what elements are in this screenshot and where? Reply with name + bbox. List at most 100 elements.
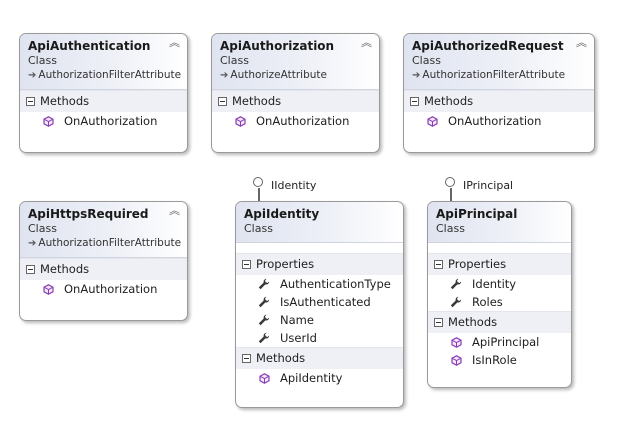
property-wrench-icon: [448, 278, 464, 290]
class-header[interactable]: ApiIdentity Class: [236, 202, 403, 243]
base-class: ➔ AuthorizationFilterAttribute: [28, 236, 182, 251]
method-cube-icon: [40, 283, 56, 295]
member-item[interactable]: OnAuthorization: [212, 112, 379, 130]
class-header[interactable]: ApiHttpsRequired Class ➔ AuthorizationFil…: [20, 202, 187, 258]
minus-box-icon[interactable]: [26, 265, 35, 274]
class-name: ApiAuthorizedRequest: [412, 39, 564, 53]
interface-lollipop-icon: [253, 177, 263, 187]
class-name: ApiAuthorization: [220, 39, 335, 53]
section-label: Methods: [448, 315, 498, 329]
property-wrench-icon: [256, 332, 272, 344]
base-class-label: AuthorizationFilterAttribute: [38, 69, 182, 81]
class-name: ApiIdentity: [244, 207, 320, 221]
class-card-api-principal[interactable]: ApiPrincipal Class Properties Identity R…: [427, 201, 572, 388]
member-label: ApiIdentity: [280, 371, 343, 385]
class-header[interactable]: ApiAuthorization Class ➔ AuthorizeAttribu…: [212, 34, 379, 90]
member-item[interactable]: IsAuthenticated: [236, 293, 403, 311]
section-label: Methods: [256, 351, 306, 365]
member-label: IsAuthenticated: [280, 295, 371, 309]
class-header[interactable]: ApiAuthentication Class ➔ AuthorizationFi…: [20, 34, 187, 90]
section-header-methods[interactable]: Methods: [20, 258, 187, 280]
method-cube-icon: [448, 354, 464, 366]
member-label: UserId: [280, 331, 317, 345]
section-header-methods[interactable]: Methods: [404, 90, 594, 112]
section-label: Properties: [448, 257, 507, 271]
section-header-methods[interactable]: Methods: [212, 90, 379, 112]
interface-label: IIdentity: [271, 179, 317, 192]
section-label: Methods: [424, 94, 474, 108]
member-label: Name: [280, 313, 314, 327]
arrow-right-icon: ➔: [28, 238, 37, 249]
double-chevron-up-icon[interactable]: ︽: [361, 37, 372, 49]
property-wrench-icon: [256, 296, 272, 308]
class-kind: Class: [220, 54, 249, 67]
section-label: Methods: [40, 262, 90, 276]
member-item[interactable]: Name: [236, 311, 403, 329]
class-name: ApiAuthentication: [28, 39, 151, 53]
section-label: Methods: [232, 94, 282, 108]
arrow-right-icon: ➔: [412, 70, 421, 81]
class-kind: Class: [28, 54, 57, 67]
minus-box-icon[interactable]: [434, 318, 443, 327]
property-wrench-icon: [448, 296, 464, 308]
class-name: ApiPrincipal: [436, 207, 518, 221]
minus-box-icon[interactable]: [410, 97, 419, 106]
section-header-properties[interactable]: Properties: [428, 253, 571, 275]
base-class: ➔ AuthorizationFilterAttribute: [412, 68, 586, 83]
member-item[interactable]: ApiPrincipal: [428, 333, 571, 351]
double-chevron-up-icon[interactable]: ︽: [169, 37, 180, 49]
method-cube-icon: [424, 115, 440, 127]
interface-label: IPrincipal: [463, 179, 514, 192]
method-cube-icon: [448, 336, 464, 348]
section-label: Properties: [256, 257, 315, 271]
member-item[interactable]: Roles: [428, 293, 571, 311]
class-card-api-authorized-request[interactable]: ApiAuthorizedRequest Class ➔ Authorizatio…: [403, 33, 595, 153]
base-class-label: AuthorizeAttribute: [230, 69, 327, 81]
method-cube-icon: [40, 115, 56, 127]
property-wrench-icon: [256, 314, 272, 326]
class-card-api-https-required[interactable]: ApiHttpsRequired Class ➔ AuthorizationFil…: [19, 201, 188, 321]
method-cube-icon: [256, 372, 272, 384]
section-label: Methods: [40, 94, 90, 108]
base-class: ➔ AuthorizeAttribute: [220, 68, 371, 83]
base-class-label: AuthorizationFilterAttribute: [38, 237, 182, 249]
class-kind: Class: [244, 222, 273, 235]
class-card-api-authentication[interactable]: ApiAuthentication Class ➔ AuthorizationFi…: [19, 33, 188, 153]
member-label: OnAuthorization: [256, 114, 350, 128]
double-chevron-up-icon[interactable]: ︽: [576, 37, 587, 49]
section-header-methods[interactable]: Methods: [428, 311, 571, 333]
member-item[interactable]: AuthenticationType: [236, 275, 403, 293]
member-item[interactable]: UserId: [236, 329, 403, 347]
minus-box-icon[interactable]: [434, 260, 443, 269]
class-name: ApiHttpsRequired: [28, 207, 149, 221]
interface-lollipop-icon: [445, 177, 455, 187]
class-kind: Class: [412, 54, 441, 67]
class-header[interactable]: ApiAuthorizedRequest Class ➔ Authorizatio…: [404, 34, 594, 90]
member-label: AuthenticationType: [280, 277, 391, 291]
section-header-methods[interactable]: Methods: [236, 347, 403, 369]
member-item[interactable]: Identity: [428, 275, 571, 293]
minus-box-icon[interactable]: [218, 97, 227, 106]
class-card-api-identity[interactable]: ApiIdentity Class Properties Authenticat…: [235, 201, 404, 408]
member-label: OnAuthorization: [64, 114, 158, 128]
property-wrench-icon: [256, 278, 272, 290]
member-item[interactable]: ApiIdentity: [236, 369, 403, 387]
class-kind: Class: [28, 222, 57, 235]
double-chevron-up-icon[interactable]: ︽: [169, 205, 180, 217]
section-header-properties[interactable]: Properties: [236, 253, 403, 275]
minus-box-icon[interactable]: [242, 354, 251, 363]
member-label: OnAuthorization: [64, 282, 158, 296]
method-cube-icon: [232, 115, 248, 127]
member-item[interactable]: OnAuthorization: [20, 280, 187, 298]
member-label: OnAuthorization: [448, 114, 542, 128]
class-header[interactable]: ApiPrincipal Class: [428, 202, 571, 243]
member-item[interactable]: OnAuthorization: [404, 112, 594, 130]
member-label: Identity: [472, 277, 517, 291]
class-card-api-authorization[interactable]: ApiAuthorization Class ➔ AuthorizeAttribu…: [211, 33, 380, 153]
minus-box-icon[interactable]: [242, 260, 251, 269]
arrow-right-icon: ➔: [28, 70, 37, 81]
member-item[interactable]: OnAuthorization: [20, 112, 187, 130]
section-header-methods[interactable]: Methods: [20, 90, 187, 112]
member-item[interactable]: IsInRole: [428, 351, 571, 369]
minus-box-icon[interactable]: [26, 97, 35, 106]
